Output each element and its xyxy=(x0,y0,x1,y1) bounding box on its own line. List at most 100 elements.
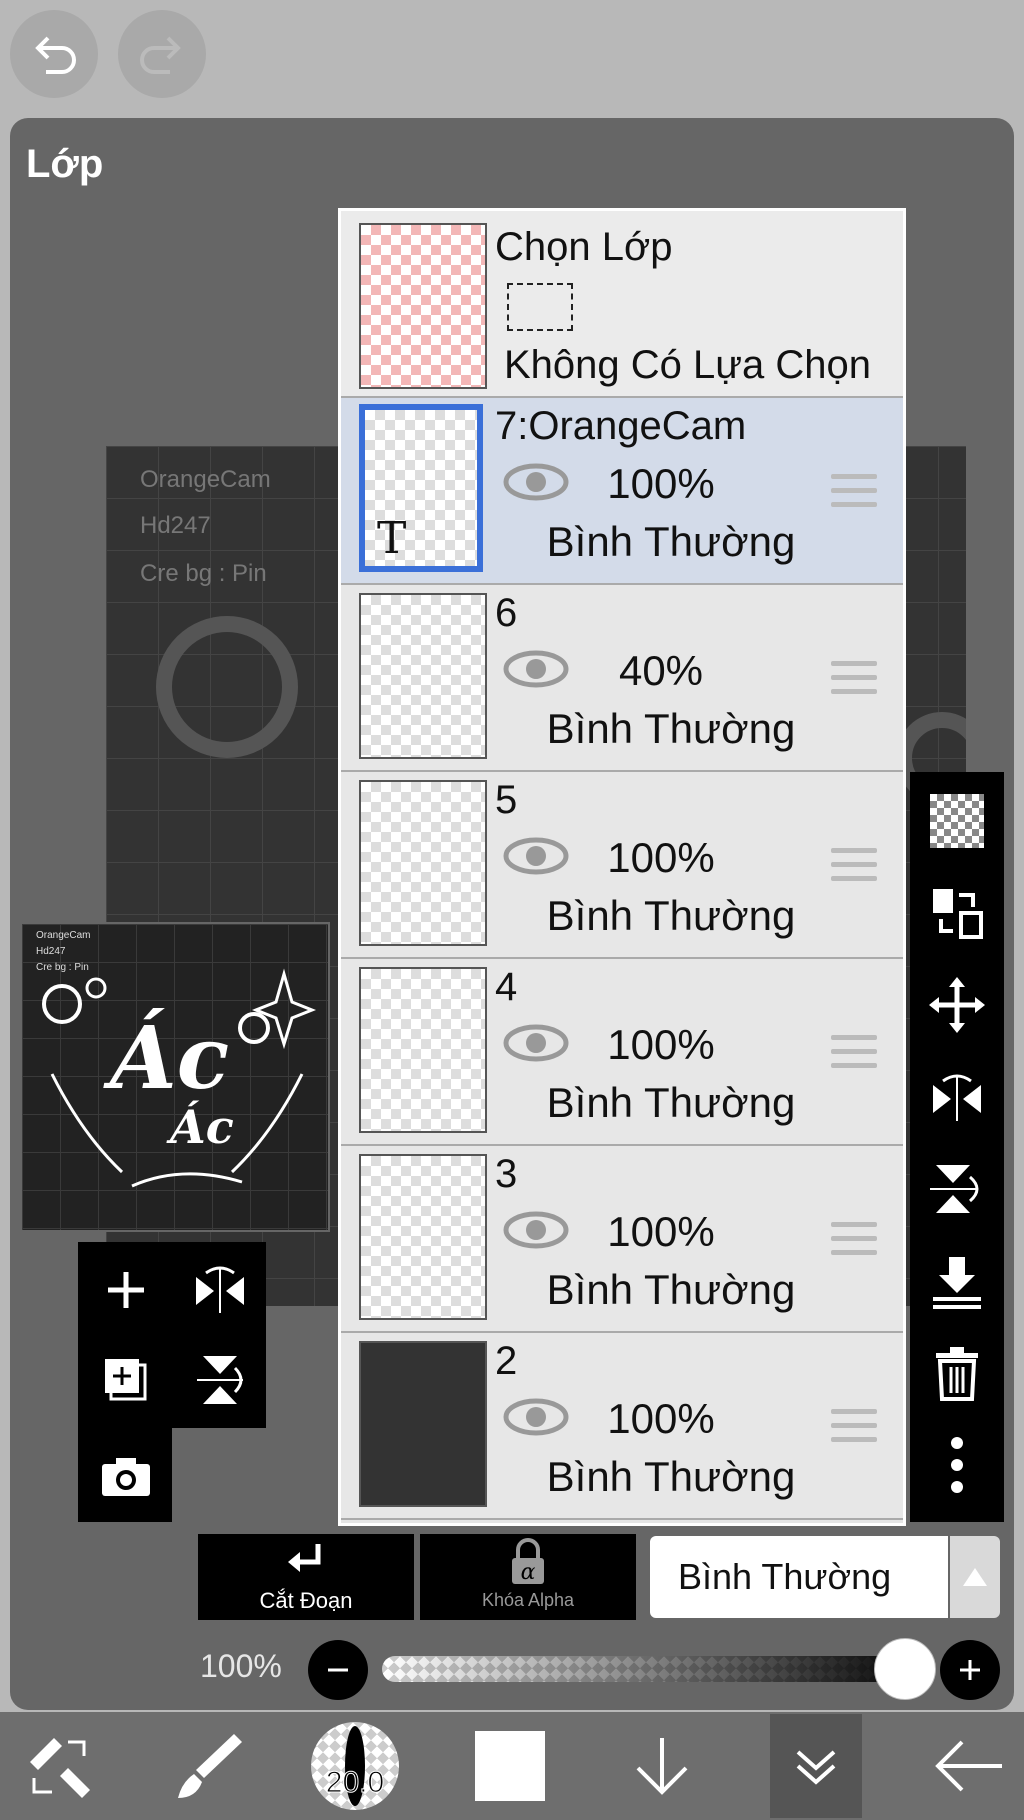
visibility-eye-icon[interactable] xyxy=(503,1397,569,1437)
chevron-double-down-icon xyxy=(796,1750,836,1785)
layer-row-5[interactable]: 5 100% Bình Thường xyxy=(341,772,903,959)
visibility-eye-icon[interactable] xyxy=(503,836,569,876)
duplicate-layer-button[interactable] xyxy=(86,1340,166,1420)
drag-handle-icon[interactable] xyxy=(831,474,877,516)
move-button[interactable] xyxy=(910,960,1004,1050)
plus-icon xyxy=(108,1272,144,1308)
blend-mode-select[interactable]: Bình Thường xyxy=(650,1536,948,1618)
layer-opacity: 100% xyxy=(607,460,715,507)
swap-icon xyxy=(933,889,983,939)
selection-marquee-icon xyxy=(507,283,573,331)
text-layer-icon: T xyxy=(377,513,407,564)
alpha-lock-label: Khóa Alpha xyxy=(481,1590,575,1610)
layer-name: 2 xyxy=(495,1339,518,1383)
flip-vertical-button[interactable] xyxy=(180,1340,260,1420)
layer-name: 4 xyxy=(495,965,518,1009)
redo-button[interactable] xyxy=(118,10,206,98)
flip-vertical-icon xyxy=(197,1356,243,1404)
layer-row-3[interactable]: 3 100% Bình Thường xyxy=(341,1146,903,1333)
layer-name: 7:OrangeCam xyxy=(495,404,747,448)
undo-icon xyxy=(35,36,76,74)
clipping-icon xyxy=(288,1544,321,1572)
opacity-value: 100% xyxy=(200,1648,282,1684)
color-button[interactable] xyxy=(460,1712,560,1820)
layer-name: 3 xyxy=(495,1152,518,1196)
drag-handle-icon[interactable] xyxy=(831,848,877,890)
flip-horizontal-button-2[interactable] xyxy=(910,1052,1004,1142)
opacity-decrease-button[interactable] xyxy=(308,1640,368,1700)
clipping-button[interactable]: Cắt Đoạn xyxy=(198,1534,414,1620)
visibility-eye-icon[interactable] xyxy=(503,649,569,689)
layer-thumbnail xyxy=(359,967,487,1133)
camera-icon xyxy=(102,1458,150,1496)
svg-text:α: α xyxy=(521,1560,536,1585)
layer-opacity: 100% xyxy=(607,1208,715,1255)
back-button[interactable] xyxy=(918,1712,1018,1820)
layers-panel-button[interactable] xyxy=(770,1714,862,1818)
layer-thumbnail xyxy=(359,780,487,946)
lock-icon: α xyxy=(512,1538,544,1585)
more-options-button[interactable] xyxy=(910,1420,1004,1510)
add-layer-button[interactable] xyxy=(86,1250,166,1330)
blend-mode-dropdown-button[interactable] xyxy=(950,1536,1000,1618)
layer-down-button[interactable] xyxy=(612,1712,712,1820)
delete-layer-button[interactable] xyxy=(910,1328,1004,1418)
drag-handle-icon[interactable] xyxy=(831,1035,877,1077)
brush-tool-button[interactable] xyxy=(160,1712,260,1820)
reference-preview[interactable]: OrangeCam Hd247 Cre bg : Pin Ác Ác xyxy=(20,922,330,1232)
transparent-fill-button[interactable] xyxy=(910,776,1004,866)
swap-layers-button[interactable] xyxy=(910,868,1004,958)
selection-layer-row[interactable]: Chọn Lớp Không Có Lựa Chọn xyxy=(341,211,903,398)
layer-row-6[interactable]: 6 40% Bình Thường xyxy=(341,585,903,772)
layer-name: 5 xyxy=(495,778,518,822)
drag-handle-icon[interactable] xyxy=(831,1222,877,1264)
clipping-label: Cắt Đoạn xyxy=(259,1588,353,1613)
panel-title: Lớp xyxy=(26,142,104,186)
preview-ornaments xyxy=(42,968,317,1188)
selection-layer-status: Không Có Lựa Chọn xyxy=(504,343,872,387)
canvas-doodle xyxy=(156,616,298,758)
layer-opacity: 40% xyxy=(618,647,704,694)
layer-thumbnail xyxy=(359,1154,487,1320)
drag-handle-icon[interactable] xyxy=(831,1409,877,1451)
opacity-slider-thumb[interactable] xyxy=(874,1638,936,1700)
tool-transform-button[interactable] xyxy=(10,1712,110,1820)
camera-button[interactable] xyxy=(86,1436,166,1516)
bottom-toolbar: 20.0 xyxy=(0,1712,1024,1820)
selection-layer-thumbnail xyxy=(359,223,487,389)
brush-size-value: 20.0 xyxy=(325,1766,385,1800)
layer-row-4[interactable]: 4 100% Bình Thường xyxy=(341,959,903,1146)
merge-down-button[interactable] xyxy=(910,1236,1004,1326)
visibility-eye-icon[interactable] xyxy=(503,1023,569,1063)
plus-icon xyxy=(960,1660,980,1680)
arrow-left-icon xyxy=(935,1740,1002,1792)
layer-row-2[interactable]: 2 100% Bình Thường xyxy=(341,1333,903,1520)
checker-icon xyxy=(930,794,984,848)
canvas-text-1: OrangeCam xyxy=(140,466,271,493)
flip-horizontal-icon xyxy=(196,1266,244,1313)
layer-row-7[interactable]: T 7:OrangeCam 100% Bình Thường xyxy=(341,398,903,585)
visibility-eye-icon[interactable] xyxy=(503,462,569,502)
layer-thumbnail: T xyxy=(359,404,483,572)
flip-horizontal-button[interactable] xyxy=(180,1250,260,1330)
visibility-eye-icon[interactable] xyxy=(503,1210,569,1250)
alpha-lock-button[interactable]: α Khóa Alpha xyxy=(420,1534,636,1620)
opacity-slider-track[interactable] xyxy=(382,1656,930,1682)
layer-blend-mode: Bình Thường xyxy=(546,1453,796,1500)
layer-opacity: 100% xyxy=(607,1021,715,1068)
undo-button[interactable] xyxy=(10,10,98,98)
layer-list: Chọn Lớp Không Có Lựa Chọn T 7:OrangeCam… xyxy=(338,208,906,1526)
brush-size-button[interactable]: 20.0 xyxy=(308,1712,402,1820)
more-vertical-icon xyxy=(951,1437,963,1493)
triangle-up-icon xyxy=(963,1568,987,1586)
merge-down-icon xyxy=(933,1257,981,1309)
layer-blend-mode: Bình Thường xyxy=(546,1079,796,1126)
opacity-increase-button[interactable] xyxy=(940,1640,1000,1700)
flip-vertical-button-2[interactable] xyxy=(910,1144,1004,1234)
drag-handle-icon[interactable] xyxy=(831,661,877,703)
duplicate-icon xyxy=(105,1359,147,1401)
layer-blend-mode: Bình Thường xyxy=(546,705,796,752)
layer-thumbnail xyxy=(359,1341,487,1507)
selection-layer-title: Chọn Lớp xyxy=(495,225,673,269)
arrow-down-icon xyxy=(636,1738,688,1795)
